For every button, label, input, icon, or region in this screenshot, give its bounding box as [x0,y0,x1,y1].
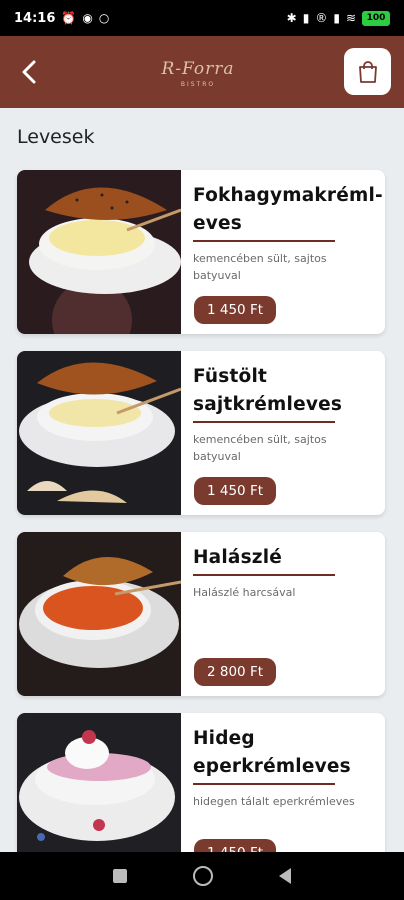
signal-icon: ▮ [302,11,310,25]
alarm-icon: ⏰ [61,11,77,25]
battery-icon: 100 [362,10,390,26]
shopping-bag-icon [358,60,377,83]
roaming-icon: ® [315,11,328,25]
menu-item-card[interactable]: Fokhagymakréml-eves kemencében sült, saj… [17,170,385,334]
item-title: Hideg eperkrémleves [193,725,351,785]
status-time: 14:16 [14,10,56,26]
recents-icon[interactable] [113,869,127,883]
system-nav-bar [0,852,404,900]
bluetooth-icon: ✱ [286,11,297,25]
home-icon[interactable] [193,866,213,886]
menu-item-card[interactable]: Halászlé Halászlé harcsával 2 800 Ft [17,532,385,696]
item-description: hidegen tálalt eperkrémleves [193,795,355,808]
chevron-left-icon [22,60,36,84]
price-button[interactable]: 1 450 Ft [194,477,276,505]
messenger-icon: ◉ [82,11,93,25]
logo-text: R-Forra [161,58,235,79]
cart-button[interactable] [344,48,391,95]
logo-subtext: BISTRO [180,80,216,88]
food-image [17,532,181,696]
wifi-icon: ≋ [345,11,356,25]
food-image [17,170,181,334]
price-button[interactable]: 2 800 Ft [194,658,276,686]
restaurant-logo: R-Forra BISTRO [150,48,246,98]
item-title: Halászlé [193,544,335,576]
section-title: Levesek [17,126,95,148]
status-bar: 14:16 ⏰ ◉ ○ ✱ ▮ ® ▮ ≋ 100 [0,0,404,36]
ring-icon: ○ [98,11,110,25]
back-icon[interactable] [279,868,291,884]
item-description: kemencében sült, sajtos batyuval [193,252,327,282]
food-image [17,351,181,515]
item-title: Füstölt sajtkrémleves [193,363,342,423]
item-description: kemencében sült, sajtos batyuval [193,433,327,463]
price-button[interactable]: 1 450 Ft [194,296,276,324]
item-title: Fokhagymakréml-eves [193,182,383,242]
app-header: R-Forra BISTRO [0,36,404,108]
item-description: Halászlé harcsával [193,586,296,599]
signal-icon: ▮ [333,11,340,25]
back-button[interactable] [14,56,44,88]
menu-item-card[interactable]: Füstölt sajtkrémleves kemencében sült, sa… [17,351,385,515]
